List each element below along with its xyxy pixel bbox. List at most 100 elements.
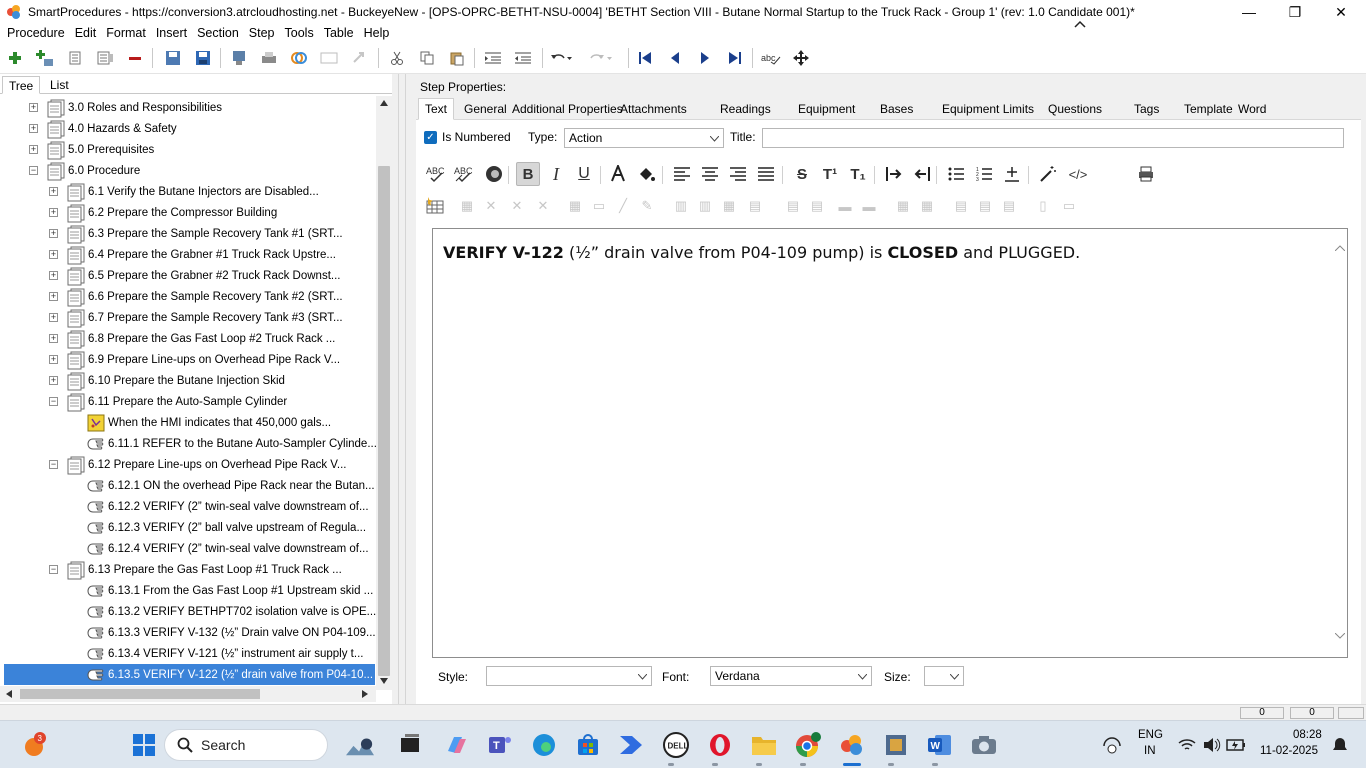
tree-row[interactable]: 6.13.2 VERIFY BETHPT702 isolation valve …: [86, 601, 376, 622]
tree-horizontal-scrollbar[interactable]: [0, 686, 376, 702]
print-preview-icon[interactable]: [1134, 162, 1158, 186]
tree-row[interactable]: − 6.13 Prepare the Gas Fast Loop #1 Truck…: [49, 559, 342, 580]
is-numbered-checkbox[interactable]: ✓ Is Numbered: [424, 128, 511, 146]
menu-help[interactable]: Help: [359, 26, 395, 40]
chevron-down-icon[interactable]: [1335, 633, 1345, 639]
font-color-icon[interactable]: [606, 162, 630, 186]
move-cross-icon[interactable]: [790, 48, 812, 68]
subscript-button[interactable]: T₁: [846, 162, 870, 186]
indent-right-icon[interactable]: [882, 162, 906, 186]
tree-row[interactable]: +4.0 Hazards & Safety: [29, 118, 177, 139]
tree-row[interactable]: +6.8 Prepare the Gas Fast Loop #2 Truck …: [49, 328, 335, 349]
align-center-icon[interactable]: [698, 162, 722, 186]
tab-questions[interactable]: Questions: [1044, 101, 1106, 117]
collapse-icon[interactable]: −: [29, 166, 38, 175]
expand-icon[interactable]: +: [49, 376, 58, 385]
expand-icon[interactable]: +: [49, 313, 58, 322]
expand-icon[interactable]: +: [49, 208, 58, 217]
form-icon[interactable]: [318, 48, 340, 68]
add-child-icon[interactable]: [34, 48, 56, 68]
collapse-icon[interactable]: −: [49, 460, 58, 469]
expand-icon[interactable]: +: [49, 229, 58, 238]
tree-row[interactable]: 6.12.3 VERIFY (2” ball valve upstream of…: [86, 517, 366, 538]
chrome-icon[interactable]: [794, 731, 822, 759]
open-icon[interactable]: [162, 48, 184, 68]
outline-icon[interactable]: [64, 48, 86, 68]
cut-icon[interactable]: [386, 48, 408, 68]
notifications-icon[interactable]: [1332, 737, 1348, 756]
tree-row[interactable]: 6.13.5 VERIFY V-122 (½” drain valve from…: [0, 664, 376, 685]
bullet-list-icon[interactable]: [944, 162, 968, 186]
opera-icon[interactable]: [706, 731, 734, 759]
remote-desktop-icon[interactable]: [882, 731, 910, 759]
highlight-icon[interactable]: [634, 162, 658, 186]
tree-row[interactable]: 6.13.3 VERIFY V-132 (½” Drain valve ON P…: [86, 622, 376, 643]
copilot-icon[interactable]: [442, 731, 470, 759]
expand-icon[interactable]: +: [49, 187, 58, 196]
tree-row[interactable]: +6.5 Prepare the Grabner #2 Truck Rack D…: [49, 265, 340, 286]
expand-icon[interactable]: +: [49, 250, 58, 259]
tab-attachments[interactable]: Attachments: [616, 101, 691, 117]
undo-icon[interactable]: [550, 48, 572, 68]
justify-icon[interactable]: [754, 162, 778, 186]
weather-widget-icon[interactable]: 3: [20, 731, 48, 759]
clock-time[interactable]: 08:28: [1293, 729, 1322, 741]
outdent-icon[interactable]: [512, 48, 534, 68]
tree-row[interactable]: 6.12.4 VERIFY (2” twin-seal valve downst…: [86, 538, 369, 559]
tab-bases[interactable]: Bases: [876, 101, 917, 117]
scroll-up-icon[interactable]: [380, 100, 388, 106]
tree-row[interactable]: +6.7 Prepare the Sample Recovery Tank #3…: [49, 307, 343, 328]
title-input[interactable]: [762, 128, 1344, 148]
redo-icon[interactable]: [590, 48, 612, 68]
smartprocedures-icon[interactable]: [838, 731, 866, 759]
expand-icon[interactable]: +: [49, 292, 58, 301]
spellcheck-all-icon[interactable]: ABC: [452, 162, 476, 186]
tree-row[interactable]: +6.3 Prepare the Sample Recovery Tank #1…: [49, 223, 343, 244]
expand-icon[interactable]: +: [29, 103, 38, 112]
style-select[interactable]: [486, 666, 652, 686]
tab-tree[interactable]: Tree: [2, 76, 41, 94]
close-button[interactable]: ✕: [1318, 0, 1364, 24]
collapse-icon[interactable]: −: [49, 397, 58, 406]
tree-row[interactable]: +6.4 Prepare the Grabner #1 Truck Rack U…: [49, 244, 336, 265]
italic-button[interactable]: I: [544, 162, 568, 186]
chevron-up-icon[interactable]: [1335, 245, 1345, 251]
tab-list[interactable]: List: [44, 76, 75, 94]
tree-row[interactable]: 6.12.2 VERIFY (2” twin-seal valve downst…: [86, 496, 369, 517]
indent-left-icon[interactable]: [910, 162, 934, 186]
tree-vertical-scrollbar[interactable]: [376, 96, 392, 690]
tab-additional-properties[interactable]: Additional Properties: [508, 101, 627, 117]
collapse-icon[interactable]: −: [49, 565, 58, 574]
font-select[interactable]: Verdana: [710, 666, 872, 686]
menu-edit[interactable]: Edit: [70, 26, 102, 40]
numbered-list-icon[interactable]: 123: [972, 162, 996, 186]
paste-icon[interactable]: [446, 48, 468, 68]
word-icon[interactable]: W: [926, 731, 954, 759]
store-icon[interactable]: [574, 731, 602, 759]
scroll-thumb[interactable]: [378, 166, 390, 676]
tree-row[interactable]: − 6.12 Prepare Line-ups on Overhead Pipe …: [49, 454, 347, 475]
align-right-icon[interactable]: [726, 162, 750, 186]
html-source-button[interactable]: </>: [1066, 162, 1090, 186]
indent-icon[interactable]: [482, 48, 504, 68]
move-icon[interactable]: [348, 48, 370, 68]
tree-row[interactable]: − 6.0 Procedure: [29, 160, 140, 181]
tree-row[interactable]: +6.2 Prepare the Compressor Building: [49, 202, 277, 223]
scroll-right-icon[interactable]: [362, 690, 368, 698]
expand-icon[interactable]: +: [49, 334, 58, 343]
expand-icon[interactable]: +: [29, 145, 38, 154]
tree-row[interactable]: +6.9 Prepare Line-ups on Overhead Pipe R…: [49, 349, 340, 370]
link-icon[interactable]: [288, 48, 310, 68]
menu-step[interactable]: Step: [244, 26, 280, 40]
tree-row[interactable]: − 6.11 Prepare the Auto-Sample Cylinder: [49, 391, 287, 412]
menu-section[interactable]: Section: [192, 26, 244, 40]
tree-row[interactable]: 6.13.4 VERIFY V-121 (½” instrument air s…: [86, 643, 363, 664]
task-view-icon[interactable]: [396, 731, 424, 759]
strikethrough-button[interactable]: S: [790, 162, 814, 186]
last-icon[interactable]: [724, 48, 746, 68]
editor-scrollbar[interactable]: [1333, 229, 1347, 657]
camera-icon[interactable]: [970, 731, 998, 759]
insert-plus-icon[interactable]: [1000, 162, 1024, 186]
menu-procedure[interactable]: Procedure: [2, 26, 70, 40]
symbol-icon[interactable]: [482, 162, 506, 186]
